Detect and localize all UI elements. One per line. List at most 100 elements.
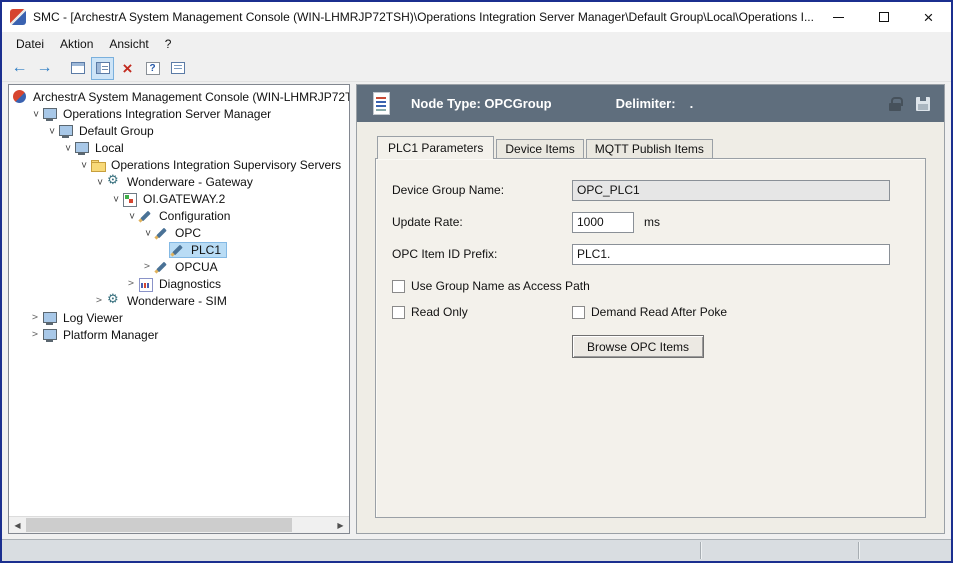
tree-item-body[interactable]: OPCUA [154,260,223,274]
panel-body: PLC1 Parameters Device Items MQTT Publis… [357,122,944,533]
chevron-collapsed-icon[interactable]: > [28,330,42,340]
device-group-name-field[interactable] [572,180,890,201]
tree-item-body[interactable]: OI.GATEWAY.2 [122,192,230,206]
forward-button[interactable]: → [33,57,56,80]
tree-item-body[interactable]: PLC1 [170,243,226,257]
tree-item-opc[interactable]: > OPC [9,224,349,241]
minimize-button[interactable] [816,2,861,32]
tree-item-body[interactable]: Platform Manager [42,328,163,342]
lock-icon[interactable] [888,96,902,112]
status-bar [2,539,951,561]
tree-item-supervisory-servers[interactable]: > Operations Integration Supervisory Ser… [9,156,349,173]
checkbox-group: Use Group Name as Access Path [392,279,590,293]
tree-item-body[interactable]: Log Viewer [42,311,128,325]
tree-item-body[interactable]: Default Group [58,124,159,138]
chevron-collapsed-icon[interactable]: > [140,262,154,272]
chevron-collapsed-icon[interactable]: > [124,279,138,289]
show-hide-console-tree-button[interactable] [91,57,114,80]
gear-icon [106,175,122,189]
opc-item-prefix-field[interactable] [572,244,890,265]
chevron-expanded-icon[interactable]: > [46,124,56,138]
tree-item-plc1-selected[interactable]: > PLC1 [9,241,349,258]
device-group-name-label: Device Group Name: [392,183,572,197]
close-icon: × [924,9,934,26]
demand-read-checkbox[interactable] [572,306,585,319]
chevron-expanded-icon[interactable]: > [62,141,72,155]
tree-item-label: Platform Manager [61,328,160,342]
tree-item-body[interactable]: ArchestrA System Management Console (WIN… [12,90,350,104]
delete-x-icon: × [123,60,133,77]
menu-aktion[interactable]: Aktion [52,34,101,54]
back-button[interactable]: ← [8,57,31,80]
close-button[interactable]: × [906,2,951,32]
window-controls: × [816,2,951,32]
chevron-expanded-icon[interactable]: > [94,175,104,189]
maximize-button[interactable] [861,2,906,32]
chevron-collapsed-icon[interactable]: > [92,296,106,306]
monitor-icon [58,124,74,138]
tree-item-local[interactable]: > Local [9,139,349,156]
export-list-button[interactable] [166,57,189,80]
title-bar[interactable]: SMC - [ArchestrA System Management Conso… [2,2,951,32]
tree-item-body[interactable]: Operations Integration Server Manager [42,107,276,121]
tree-item-archestra-root[interactable]: ArchestrA System Management Console (WIN… [9,88,349,105]
save-icon[interactable] [916,97,930,111]
delimiter-label: Delimiter: [616,96,676,111]
tree-item-log-viewer[interactable]: > Log Viewer [9,309,349,326]
scrollbar-track[interactable] [26,517,332,533]
tree-item-oi-gateway-2[interactable]: > OI.GATEWAY.2 [9,190,349,207]
folder-icon [90,158,106,172]
tree-item-body[interactable]: Wonderware - Gateway [106,175,258,189]
forward-arrow-icon: → [37,60,53,76]
scroll-right-arrow[interactable]: ▶ [332,517,349,533]
chevron-expanded-icon[interactable]: > [142,226,152,240]
tree-horizontal-scrollbar[interactable]: ◀ ▶ [9,516,349,533]
tree-item-platform-manager[interactable]: > Platform Manager [9,326,349,343]
scrollbar-thumb[interactable] [26,518,292,532]
tree-item-label: Wonderware - Gateway [125,175,255,189]
tree-item-oi-server-manager[interactable]: > Operations Integration Server Manager [9,105,349,122]
checkbox-group: Read Only [392,305,572,319]
browse-opc-items-button[interactable]: Browse OPC Items [572,335,704,358]
chevron-expanded-icon[interactable]: > [78,158,88,172]
tree-item-body[interactable]: Local [74,141,129,155]
gateway-icon [122,192,138,206]
tree-item-configuration[interactable]: > Configuration [9,207,349,224]
tree-item-body[interactable]: Configuration [138,209,235,223]
new-window-button[interactable] [66,57,89,80]
opc-item-prefix-label: OPC Item ID Prefix: [392,247,572,261]
tab-plc1-parameters[interactable]: PLC1 Parameters [377,136,494,159]
tab-mqtt-publish-items[interactable]: MQTT Publish Items [586,139,713,159]
tree-item-label: Wonderware - SIM [125,294,229,308]
delete-button[interactable]: × [116,57,139,80]
main-area: ArchestrA System Management Console (WIN… [2,82,951,539]
tree-item-wonderware-sim[interactable]: > Wonderware - SIM [9,292,349,309]
statusbar-separator [858,542,859,559]
tree-item-diagnostics[interactable]: > Diagnostics [9,275,349,292]
plc1-parameters-page: Device Group Name: Update Rate: ms OPC I… [375,158,926,518]
update-rate-field[interactable] [572,212,634,233]
archestra-icon [12,90,28,104]
tree-item-label: Diagnostics [157,277,223,291]
chevron-expanded-icon[interactable]: > [30,107,40,121]
chevron-collapsed-icon[interactable]: > [28,313,42,323]
chevron-expanded-icon[interactable]: > [126,209,136,223]
tree-item-body[interactable]: Wonderware - SIM [106,294,232,308]
window-title: SMC - [ArchestrA System Management Conso… [33,10,816,24]
scroll-left-arrow[interactable]: ◀ [9,517,26,533]
chevron-expanded-icon[interactable]: > [110,192,120,206]
menu-datei[interactable]: Datei [8,34,52,54]
tree-item-wonderware-gateway[interactable]: > Wonderware - Gateway [9,173,349,190]
read-only-checkbox[interactable] [392,306,405,319]
help-button[interactable]: ? [141,57,164,80]
browse-button-row: Browse OPC Items [572,335,925,358]
tree-item-opcua[interactable]: > OPCUA [9,258,349,275]
menu-help[interactable]: ? [157,34,180,54]
tree-item-body[interactable]: OPC [154,226,206,240]
tab-device-items[interactable]: Device Items [496,139,583,159]
menu-ansicht[interactable]: Ansicht [101,34,156,54]
tree-item-body[interactable]: Operations Integration Supervisory Serve… [90,158,346,172]
use-group-name-checkbox[interactable] [392,280,405,293]
tree-item-body[interactable]: Diagnostics [138,277,226,291]
tree-item-default-group[interactable]: > Default Group [9,122,349,139]
